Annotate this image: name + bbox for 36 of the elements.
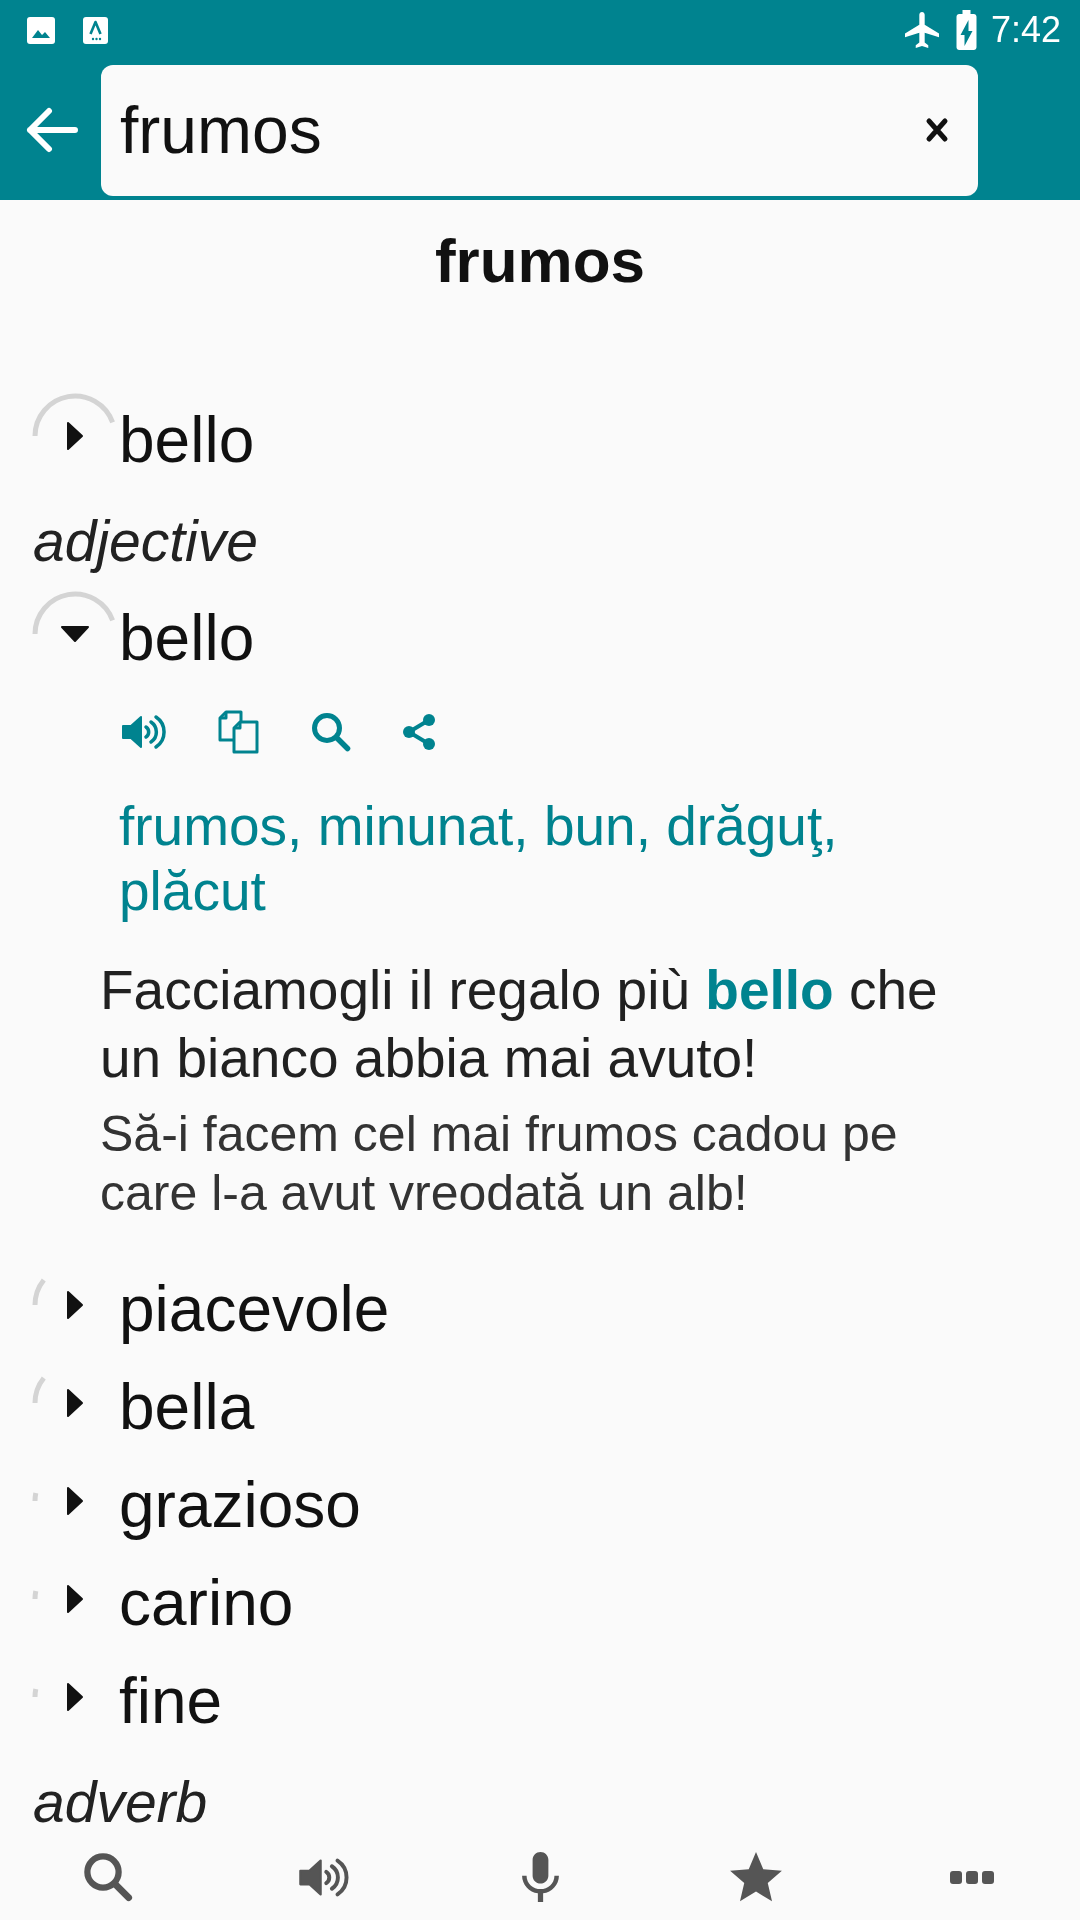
entry-word[interactable]: fine	[119, 1665, 223, 1737]
close-icon[interactable]	[925, 116, 949, 143]
star-icon[interactable]	[730, 1852, 782, 1902]
entry-word[interactable]: bello	[119, 602, 255, 674]
airplane-icon	[904, 12, 939, 48]
microphone-icon[interactable]	[521, 1852, 559, 1902]
back-arrow-icon[interactable]	[24, 107, 78, 153]
more-icon[interactable]	[950, 1870, 994, 1884]
caret-right-icon[interactable]	[66, 1682, 84, 1712]
search-icon[interactable]	[311, 712, 351, 752]
translation-text: frumos, minunat, bun, drăguţ, plăcut	[119, 794, 839, 924]
status-time: 7:42	[990, 9, 1061, 51]
battery-charging-icon	[955, 10, 977, 50]
example-sentence: Facciamogli il regalo più bello che un bianco abbia mai avuto!	[100, 958, 939, 1091]
entry-word[interactable]: piacevole	[119, 1273, 390, 1345]
entry-word[interactable]: bella	[119, 1371, 255, 1443]
example-translation: Să-i facem cel mai frumos cadou pe care l-a avut vreodată un alb!	[100, 1105, 899, 1223]
image-icon	[27, 16, 55, 44]
entry-word[interactable]: carino	[119, 1567, 294, 1639]
copy-icon[interactable]	[218, 710, 260, 754]
caret-right-icon[interactable]	[66, 1290, 84, 1320]
speaker-icon[interactable]	[121, 712, 167, 752]
entry-word[interactable]: bello	[119, 404, 255, 476]
entry-word[interactable]: grazioso	[119, 1469, 361, 1541]
caret-right-icon[interactable]	[66, 1584, 84, 1614]
search-field[interactable]: frumos	[101, 64, 978, 196]
caret-right-icon[interactable]	[66, 1388, 84, 1418]
caret-right-icon[interactable]	[66, 1486, 84, 1516]
part-of-speech-label: adverb	[33, 1770, 208, 1834]
headword-title: frumos	[434, 225, 646, 297]
search-icon[interactable]	[83, 1852, 133, 1902]
triangle-tile-icon	[83, 16, 108, 44]
part-of-speech-label: adjective	[33, 509, 258, 573]
caret-right-icon[interactable]	[66, 421, 84, 451]
share-icon[interactable]	[402, 714, 436, 750]
caret-down-icon[interactable]	[60, 625, 90, 643]
